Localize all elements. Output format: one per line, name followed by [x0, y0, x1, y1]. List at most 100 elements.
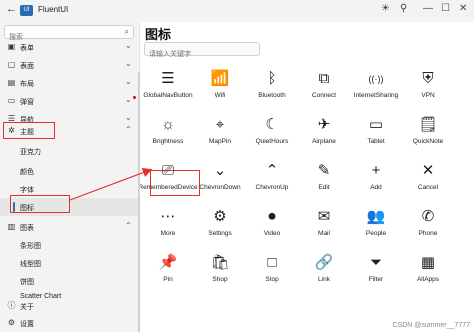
- sidebar-item-chart[interactable]: ▥ 图表 ⌃: [0, 218, 140, 236]
- shop-icon: 🛍: [210, 254, 230, 271]
- icon-tile-internetsharing[interactable]: ((·)) InternetSharing: [350, 64, 402, 110]
- sidebar-item-popup[interactable]: ▭ 弹窗 ⌄: [0, 92, 140, 110]
- vpn-icon: ⛨: [422, 70, 434, 87]
- icon-tile-airplane[interactable]: ✈ Airplane: [298, 110, 350, 156]
- icon-tile-connect[interactable]: ⧉ Connect: [298, 64, 350, 110]
- sidebar-item-label: 表面: [20, 63, 34, 70]
- cancel-icon: ✕: [421, 162, 435, 179]
- icon-tile-remembereddevice[interactable]: ⎚ RememberedDevice: [138, 156, 197, 202]
- sidebar-item-label: 线型图: [20, 261, 41, 268]
- remembereddevice-icon: ⎚: [161, 162, 174, 179]
- title-bar: ← UI FluentUI ☀ ⚲ — ☐ ✕: [0, 0, 474, 22]
- sidebar-item-surface[interactable]: ▢ 表面 ⌄: [0, 56, 140, 74]
- mappin-icon: ⌖: [215, 116, 225, 133]
- icon-tile-label: VPN: [421, 92, 435, 99]
- chevron-down-icon: ⌄: [125, 77, 132, 86]
- pin-window-icon[interactable]: ⚲: [400, 3, 407, 14]
- chevron-down-icon: ⌄: [125, 59, 132, 68]
- minimize-button[interactable]: —: [423, 3, 433, 14]
- main-content: 图标 ☰GlobalNavButton📶WifiᛒBluetooth⧉Conne…: [138, 22, 474, 332]
- icon-tile-video[interactable]: ⏺ Video: [246, 202, 298, 248]
- chevrondown-icon: ⌄: [213, 162, 227, 179]
- popup-icon: ▭: [7, 96, 16, 105]
- icon-tile-chevronup[interactable]: ⌃ ChevronUp: [246, 156, 298, 202]
- quiethours-icon: ☾: [265, 116, 279, 133]
- sidebar-item-label: 表单: [20, 45, 34, 52]
- icon-tile-wifi[interactable]: 📶 Wifi: [194, 64, 246, 110]
- chevron-down-icon: ⌄: [125, 41, 132, 50]
- more-icon: ⋯: [160, 208, 176, 225]
- sidebar-item-settings[interactable]: ⚙ 设置: [0, 314, 140, 332]
- app-title: FluentUI: [38, 5, 69, 14]
- icon-tile-add[interactable]: + Add: [350, 156, 402, 202]
- settings-icon: ⚙: [213, 208, 227, 225]
- search-icon[interactable]: ⌕: [125, 27, 129, 37]
- sidebar-item-color[interactable]: 颜色: [0, 162, 140, 180]
- icon-tile-link[interactable]: 🔗 Link: [298, 248, 350, 294]
- page-title: 图标: [145, 27, 172, 42]
- airplane-icon: ✈: [317, 116, 331, 133]
- close-button[interactable]: ✕: [459, 3, 467, 14]
- chevron-down-icon: ⌄: [125, 113, 132, 122]
- icon-search-input[interactable]: [145, 48, 257, 61]
- back-arrow-icon[interactable]: ←: [6, 3, 17, 15]
- icon-search-box[interactable]: [144, 42, 260, 61]
- sidebar-item-about[interactable]: ⓘ 关于: [0, 297, 140, 315]
- bluetooth-icon: ᛒ: [267, 70, 277, 87]
- icon-tile-shop[interactable]: 🛍 Shop: [194, 248, 246, 294]
- icon-tile-bluetooth[interactable]: ᛒ Bluetooth: [246, 64, 298, 110]
- sidebar-item-label: 设置: [20, 321, 34, 328]
- maximize-button[interactable]: ☐: [441, 3, 450, 14]
- link-icon: 🔗: [314, 254, 334, 271]
- chart-icon: ▥: [7, 222, 16, 231]
- icon-tile-quicknote[interactable]: 🗒 QuickNote: [402, 110, 454, 156]
- dark-mode-toggle-icon[interactable]: ☀: [381, 3, 390, 14]
- icon-tile-mail[interactable]: ✉ Mail: [298, 202, 350, 248]
- globalnavbutton-icon: ☰: [161, 70, 175, 87]
- icon-tile-allapps[interactable]: ▦ AllApps: [402, 248, 454, 294]
- sidebar-item-label: 关于: [20, 304, 34, 311]
- sidebar-item-acrylic[interactable]: 亚克力: [0, 142, 140, 160]
- app-logo: UI: [20, 5, 33, 16]
- sidebar-item-layout[interactable]: ▤ 布局 ⌄: [0, 74, 140, 92]
- icon-tile-mappin[interactable]: ⌖ MapPin: [194, 110, 246, 156]
- sidebar-item-label: 图表: [20, 225, 34, 232]
- icon-tile-quiethours[interactable]: ☾ QuietHours: [246, 110, 298, 156]
- stop-icon: □: [267, 254, 277, 271]
- info-icon: ⓘ: [7, 301, 16, 310]
- icon-tile-tablet[interactable]: ▭ Tablet: [350, 110, 402, 156]
- icon-tile-vpn[interactable]: ⛨ VPN: [402, 64, 454, 110]
- sidebar-search[interactable]: ⌕: [4, 25, 134, 44]
- icon-tile-phone[interactable]: ✆ Phone: [402, 202, 454, 248]
- icon-tile-label: AllApps: [416, 276, 440, 283]
- icon-tile-globalnavbutton[interactable]: ☰ GlobalNavButton: [142, 64, 194, 110]
- wifi-icon: 📶: [210, 70, 230, 87]
- sidebar-item-bar-chart[interactable]: 条形图: [0, 236, 140, 254]
- icon-tile-stop[interactable]: □ Stop: [246, 248, 298, 294]
- icon-tile-edit[interactable]: ✎ Edit: [298, 156, 350, 202]
- chevron-up-icon: ⌃: [125, 221, 132, 230]
- sidebar-item-label: 亚克力: [20, 149, 41, 156]
- edit-icon: ✎: [317, 162, 331, 179]
- quicknote-icon: 🗒: [418, 116, 438, 133]
- sidebar-item-line-chart[interactable]: 线型图: [0, 254, 140, 272]
- icon-tile-more[interactable]: ⋯ More: [142, 202, 194, 248]
- sidebar: ⌕ ▣ 表单 ⌄ ▢ 表面 ⌄ ▤ 布局 ⌄ ▭ 弹窗 ⌄ ☰ 导航 ⌄ ✲ 主…: [0, 22, 140, 332]
- icon-tile-settings[interactable]: ⚙ Settings: [194, 202, 246, 248]
- icon-tile-brightness[interactable]: ☼ Brightness: [142, 110, 194, 156]
- sidebar-item-form[interactable]: ▣ 表单 ⌄: [0, 38, 140, 56]
- connect-icon: ⧉: [318, 70, 330, 87]
- mail-icon: ✉: [317, 208, 331, 225]
- internetsharing-icon: ((·)): [368, 74, 384, 84]
- icon-tile-people[interactable]: 👥 People: [350, 202, 402, 248]
- splitter: [138, 72, 140, 332]
- icon-tile-pin[interactable]: 📌 Pin: [142, 248, 194, 294]
- surface-icon: ▢: [7, 60, 16, 69]
- phone-icon: ✆: [421, 208, 435, 225]
- chevron-up-icon: ⌃: [125, 125, 132, 134]
- icon-tile-cancel[interactable]: ✕ Cancel: [402, 156, 454, 202]
- icon-tile-chevrondown[interactable]: ⌄ ChevronDown: [194, 156, 246, 202]
- sidebar-item-label: 字体: [20, 187, 34, 194]
- annotation-box-icons: [10, 195, 70, 213]
- icon-tile-filter[interactable]: ⏷ Filter: [350, 248, 402, 294]
